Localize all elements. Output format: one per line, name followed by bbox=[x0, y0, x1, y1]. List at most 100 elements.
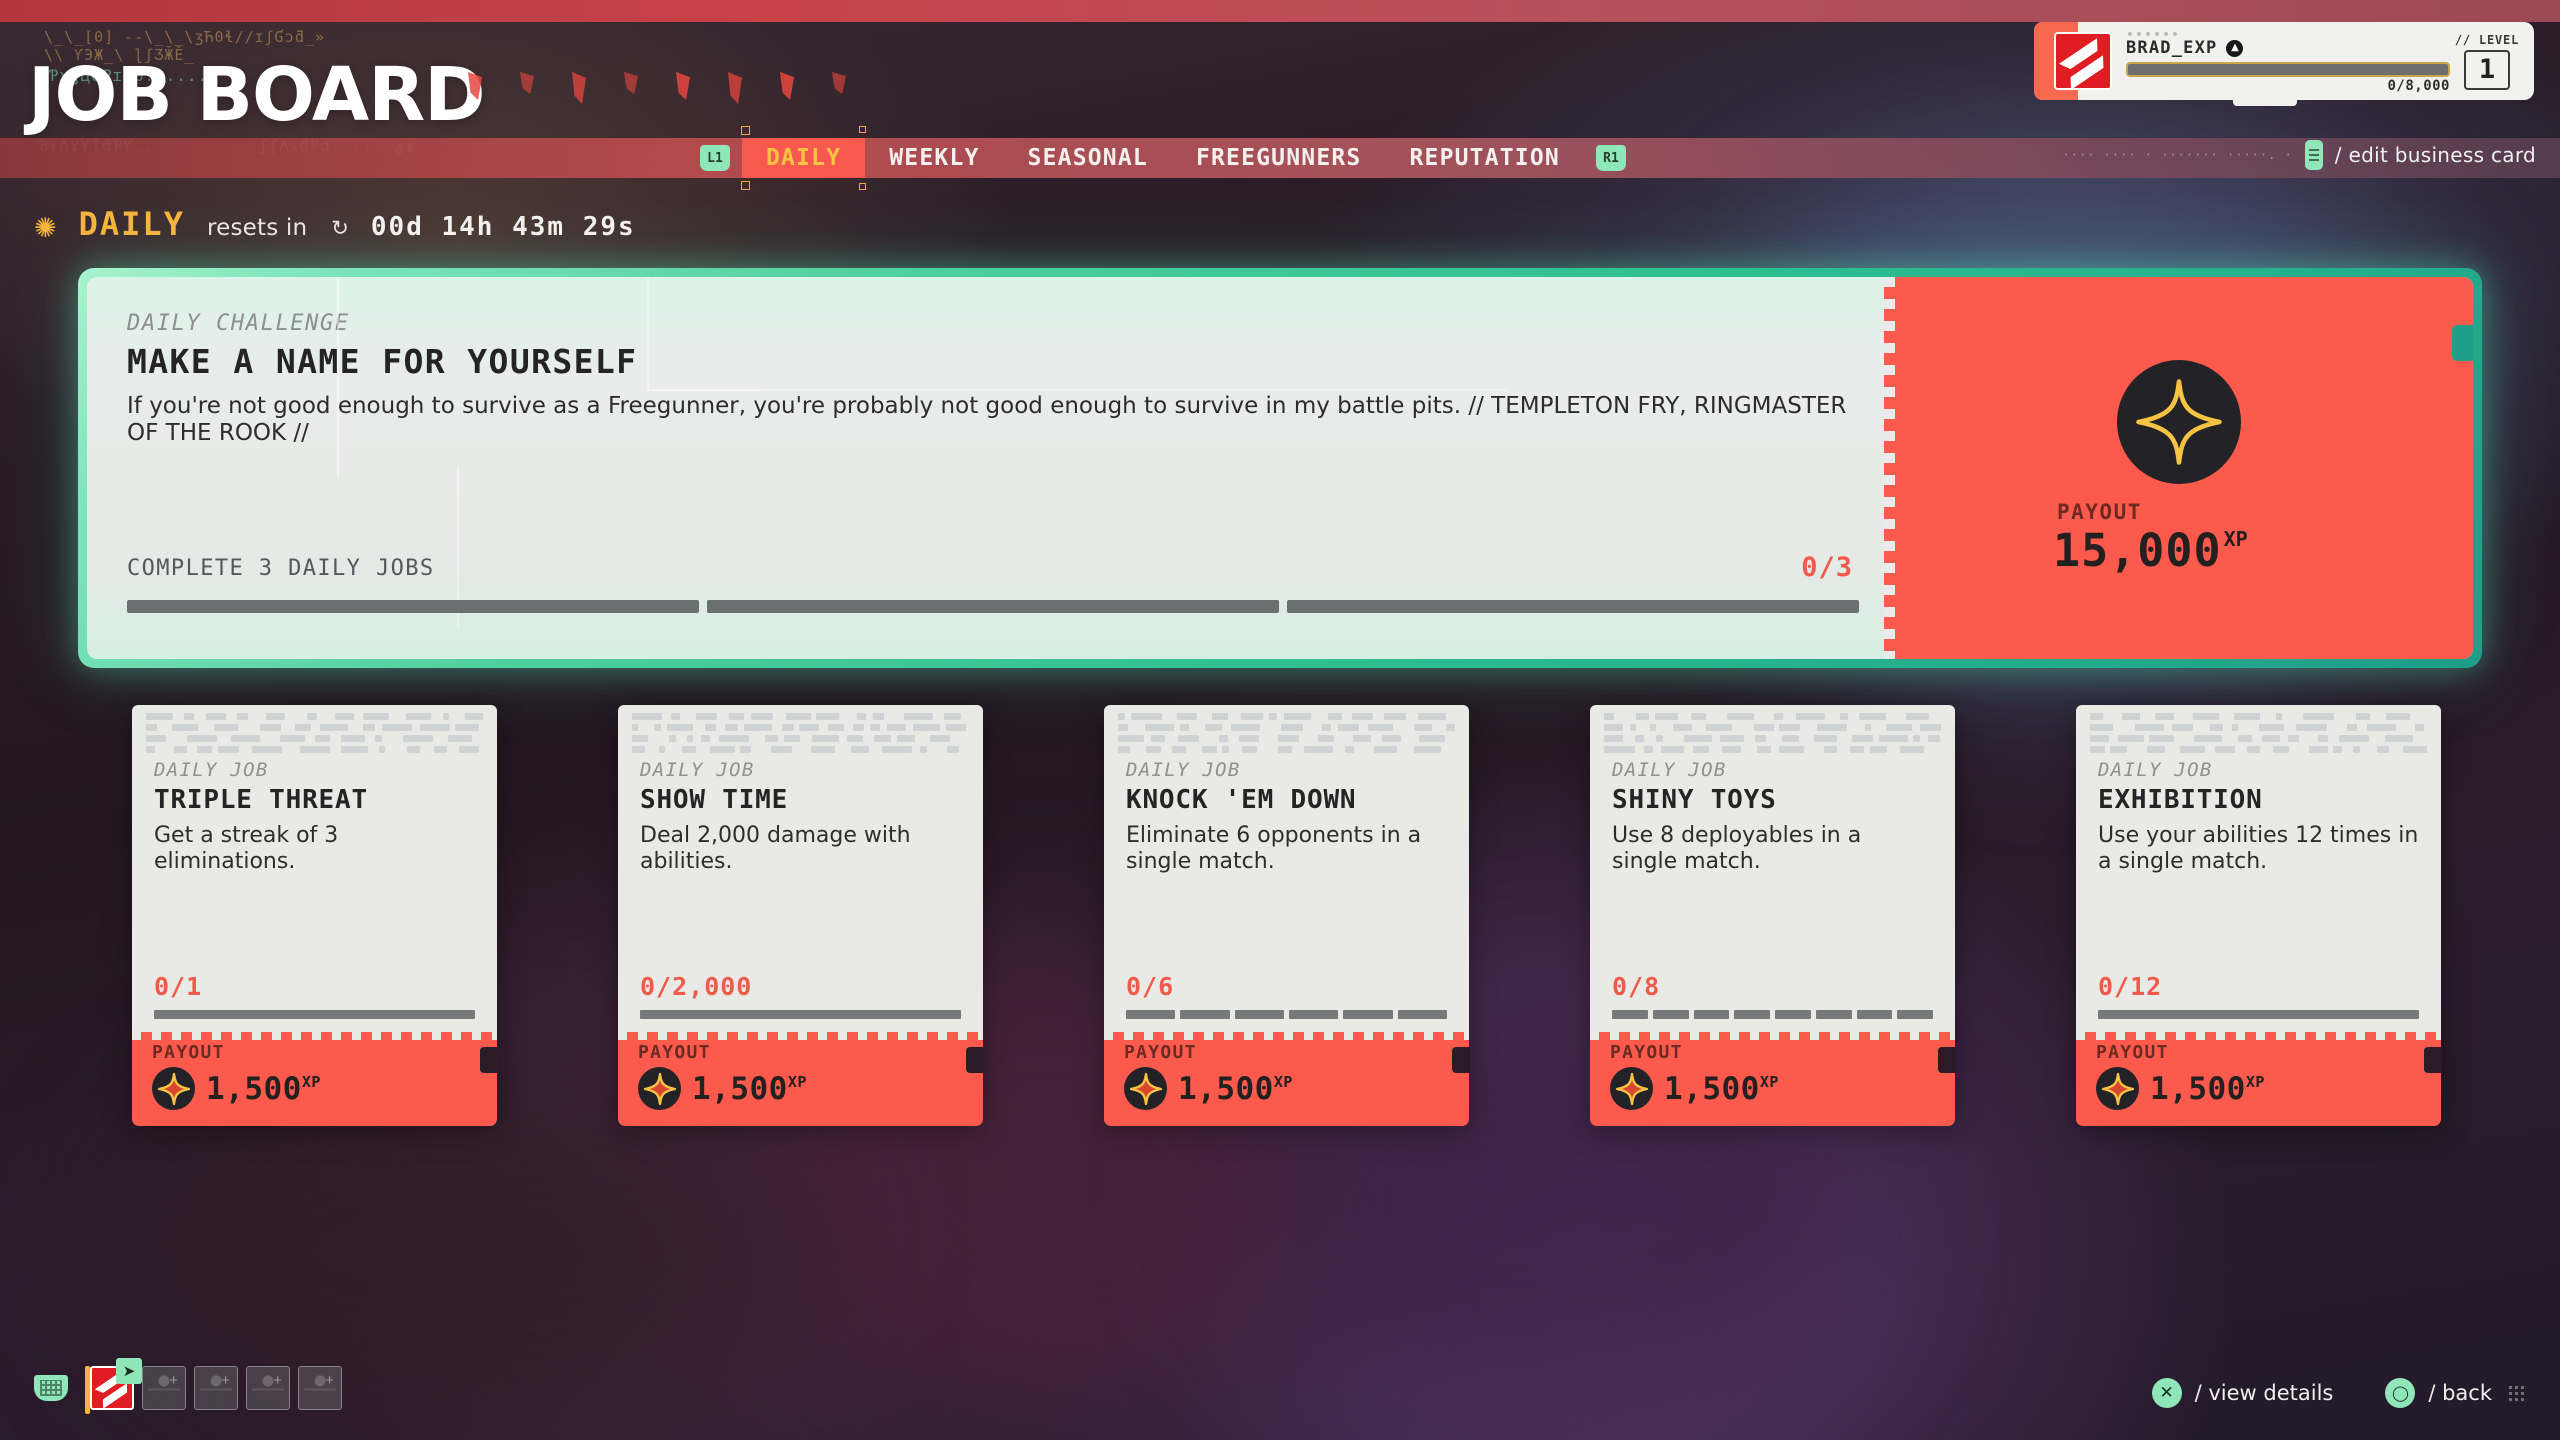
plus-icon: + bbox=[325, 1372, 334, 1389]
dot-decoration bbox=[2128, 32, 2450, 36]
daily-challenge-content: DAILY CHALLENGE MAKE A NAME FOR YOURSELF… bbox=[87, 277, 1885, 659]
decorative-dashes: ···· ···· · ······· ·····. · bbox=[2062, 148, 2293, 162]
daily-job-card[interactable]: DAILY JOB SHINY TOYS Use 8 deployables in … bbox=[1590, 705, 1956, 1126]
job-progress-bar bbox=[1612, 1010, 1933, 1033]
payout-amount: 1,500 XP bbox=[692, 1071, 807, 1107]
hint-view-details[interactable]: ✕ / view details bbox=[2151, 1378, 2334, 1408]
xp-progress-bar bbox=[2126, 62, 2450, 77]
job-kicker: DAILY JOB bbox=[154, 759, 269, 781]
tab-freegunners[interactable]: FREEGUNNERS bbox=[1172, 138, 1386, 178]
tab-weekly[interactable]: WEEKLY bbox=[865, 138, 1003, 178]
plus-icon: + bbox=[273, 1372, 282, 1389]
squad-slot-1[interactable]: ➤ bbox=[85, 1358, 142, 1414]
job-kicker: DAILY JOB bbox=[2098, 759, 2213, 781]
payout-row: 1,500 XP bbox=[1124, 1067, 1447, 1110]
payout-caption: PAYOUT bbox=[1610, 1042, 1683, 1063]
job-kicker: DAILY JOB bbox=[1612, 759, 1727, 781]
daily-challenge-card[interactable]: DAILY CHALLENGE MAKE A NAME FOR YOURSELF… bbox=[78, 268, 2482, 668]
progress-segment bbox=[1343, 1010, 1393, 1019]
ticket-notch bbox=[1452, 1047, 1470, 1073]
ticket-perforation bbox=[1884, 277, 1895, 659]
payout-unit: XP bbox=[301, 1072, 321, 1091]
edit-business-card-label: / edit business card bbox=[2334, 143, 2536, 167]
payout-amount-value: 1,500 bbox=[1664, 1070, 1760, 1107]
menu-button-icon bbox=[2304, 140, 2323, 170]
xp-value: 0/8,000 bbox=[2387, 78, 2450, 94]
payout-amount: 1,500 XP bbox=[1664, 1071, 1779, 1107]
decorative-noise bbox=[632, 713, 969, 757]
level-label: // LEVEL bbox=[2454, 32, 2520, 47]
r1-bumper-icon[interactable]: R1 bbox=[1595, 145, 1626, 171]
job-title: SHOW TIME bbox=[640, 785, 789, 815]
player-business-card[interactable]: BRAD_EXP ▲ 0/8,000 // LEVEL 1 bbox=[2034, 22, 2534, 106]
payout-amount: 1,500 XP bbox=[1178, 1071, 1293, 1107]
l1-bumper-icon[interactable]: L1 bbox=[700, 145, 730, 171]
payout-unit: XP bbox=[1273, 1072, 1293, 1091]
dot-decoration bbox=[2509, 1385, 2524, 1401]
payout-row: 1,500 XP bbox=[152, 1067, 475, 1110]
challenge-payout-panel: PAYOUT 15,000 XP bbox=[1884, 277, 2473, 659]
payout-unit: XP bbox=[2223, 526, 2248, 551]
decorative-noise bbox=[146, 713, 483, 757]
progress-segment bbox=[1897, 1010, 1933, 1019]
squad-slot-4[interactable]: + bbox=[246, 1366, 290, 1410]
tab-daily[interactable]: DAILY bbox=[740, 126, 867, 190]
ticket-perforation bbox=[2076, 1032, 2441, 1040]
circle-button-icon: ◯ bbox=[2385, 1378, 2416, 1408]
daily-job-card[interactable]: DAILY JOB SHOW TIME Deal 2,000 damage with… bbox=[618, 705, 984, 1126]
daily-job-card[interactable]: DAILY JOB TRIPLE THREAT Get a streak of 3 … bbox=[132, 705, 498, 1126]
daily-job-card[interactable]: DAILY JOB EXHIBITION Use your abilities 12… bbox=[2076, 705, 2442, 1126]
challenge-title: MAKE A NAME FOR YOURSELF bbox=[127, 342, 638, 381]
challenge-progress-label: COMPLETE 3 DAILY JOBS bbox=[127, 556, 435, 581]
job-title: EXHIBITION bbox=[2098, 785, 2263, 815]
squad-slot-2[interactable]: + bbox=[142, 1366, 186, 1410]
payout-unit: XP bbox=[1759, 1072, 1779, 1091]
tab-reputation[interactable]: REPUTATION bbox=[1385, 138, 1583, 178]
progress-segment bbox=[1234, 1010, 1284, 1019]
squad-slot-5[interactable]: + bbox=[298, 1366, 342, 1410]
edit-business-card-action[interactable]: ···· ···· · ······· ·····. · / edit busi… bbox=[2063, 140, 2537, 170]
sparkle-icon bbox=[1610, 1067, 1653, 1110]
job-progress-count: 0/2,000 bbox=[640, 972, 753, 1001]
payout-amount: 15,000 XP bbox=[2053, 524, 2248, 577]
challenge-description: If you're not good enough to survive as … bbox=[127, 393, 1847, 447]
progress-segment bbox=[1397, 1010, 1447, 1019]
hint-back[interactable]: ◯ / back bbox=[2385, 1378, 2524, 1408]
progress-segment bbox=[1287, 600, 1859, 613]
plus-icon: + bbox=[169, 1372, 178, 1389]
progress-segment bbox=[1856, 1010, 1893, 1019]
sparkle-icon bbox=[2096, 1067, 2139, 1110]
daily-job-card[interactable]: DAILY JOB KNOCK 'EM DOWN Eliminate 6 oppon… bbox=[1104, 705, 1470, 1126]
playstation-icon: ▲ bbox=[2226, 39, 2244, 57]
daily-challenge-inner: DAILY CHALLENGE MAKE A NAME FOR YOURSELF… bbox=[87, 277, 2473, 659]
challenge-progress-count: 0/3 bbox=[1801, 552, 1853, 583]
glitch-decoration bbox=[468, 72, 846, 104]
job-card-top: DAILY JOB EXHIBITION Use your abilities 12… bbox=[2076, 705, 2441, 1033]
job-description: Use 8 deployables in a single match. bbox=[1612, 823, 1862, 874]
payout-row: 1,500 XP bbox=[2096, 1067, 2419, 1110]
ticket-notch bbox=[2452, 325, 2473, 361]
hint-view-details-label: / view details bbox=[2194, 1381, 2334, 1405]
job-description: Use your abilities 12 times in a single … bbox=[2098, 823, 2419, 874]
job-card-payout: PAYOUT 1,500 XP bbox=[1104, 1032, 1470, 1126]
decorative-noise bbox=[2090, 713, 2427, 757]
sparkle-icon bbox=[2117, 359, 2241, 484]
decorative-noise bbox=[1604, 713, 1941, 757]
ticket-notch bbox=[480, 1047, 498, 1073]
progress-segment bbox=[707, 600, 1279, 613]
reset-timer: 00d 14h 43m 29s bbox=[370, 212, 636, 242]
sparkle-icon bbox=[638, 1067, 681, 1110]
squad-slot-3[interactable]: + bbox=[194, 1366, 238, 1410]
progress-segment bbox=[1815, 1010, 1852, 1019]
job-card-payout: PAYOUT 1,500 XP bbox=[132, 1032, 498, 1126]
top-accent-strip bbox=[0, 0, 2560, 22]
job-card-top: DAILY JOB SHOW TIME Deal 2,000 damage with… bbox=[618, 705, 983, 1033]
payout-caption: PAYOUT bbox=[1124, 1042, 1197, 1063]
ticket-notch bbox=[1938, 1047, 1956, 1073]
job-progress-count: 0/6 bbox=[1126, 972, 1175, 1001]
decorative-noise bbox=[1118, 713, 1455, 757]
progress-segment bbox=[1775, 1010, 1811, 1019]
payout-caption: PAYOUT bbox=[152, 1042, 225, 1063]
payout-unit: XP bbox=[787, 1072, 807, 1091]
tab-seasonal[interactable]: SEASONAL bbox=[1004, 138, 1172, 178]
